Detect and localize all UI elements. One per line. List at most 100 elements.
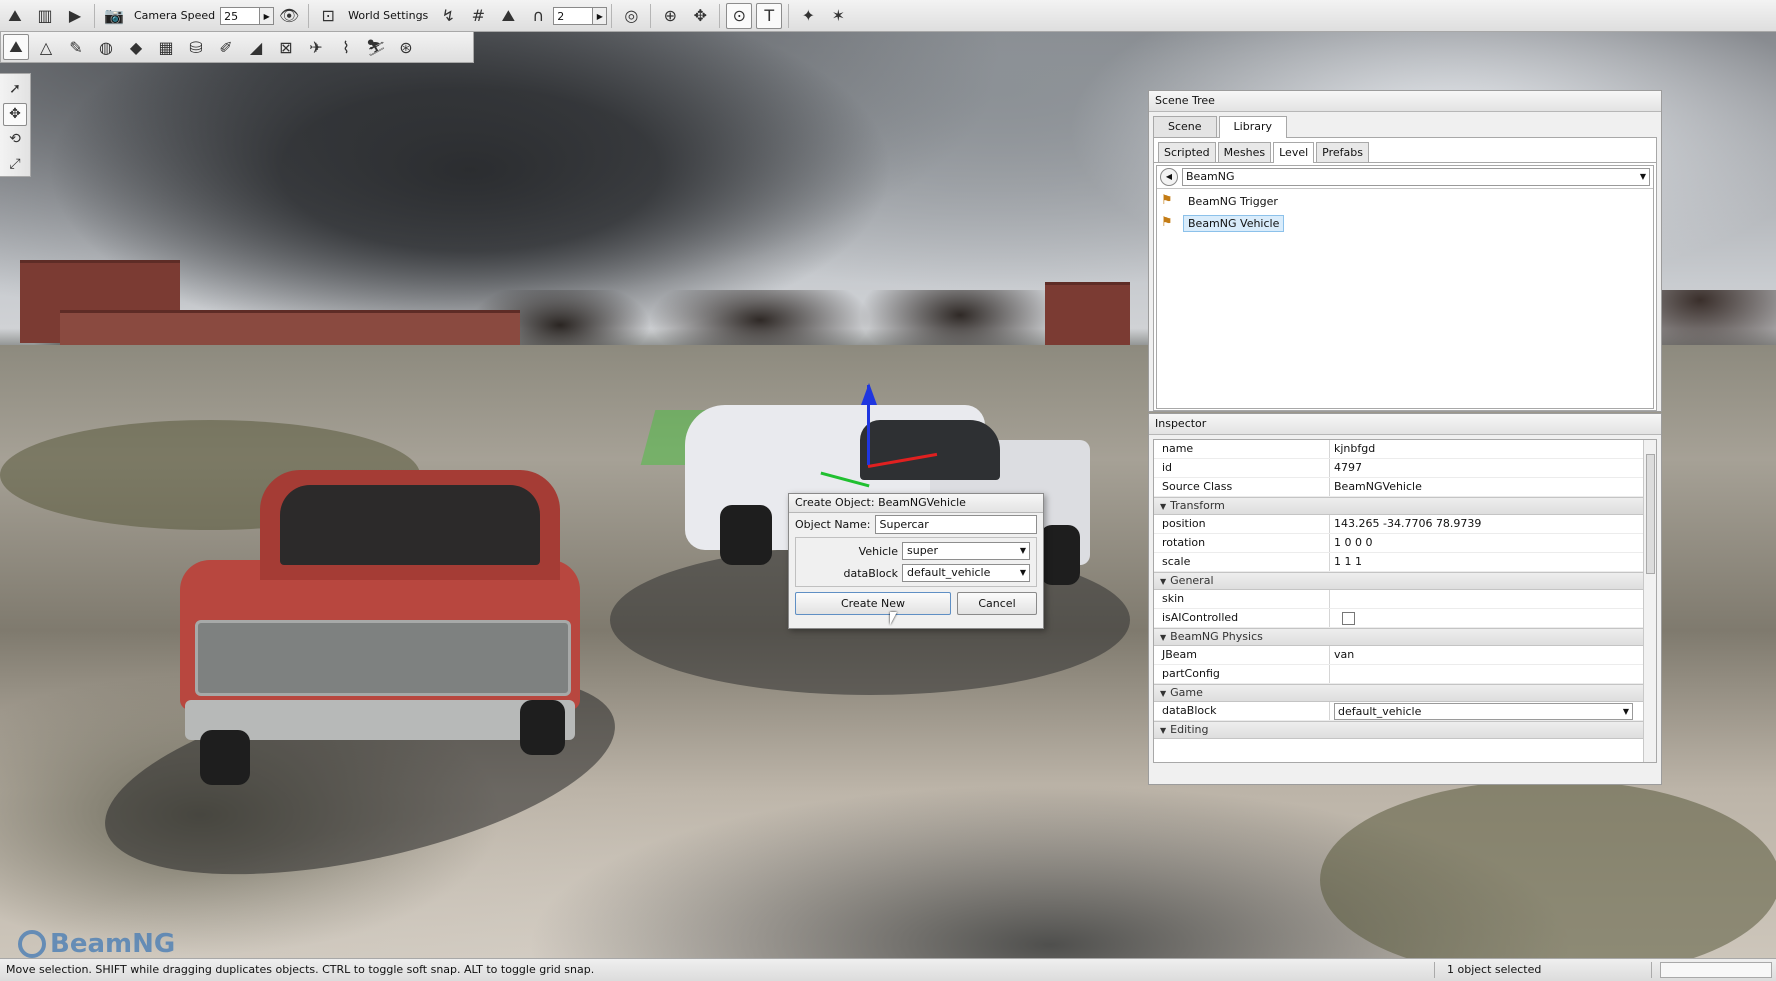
world-editor-icon[interactable]: ⛰ xyxy=(2,3,28,29)
separator xyxy=(1434,962,1435,978)
list-item[interactable]: ⚑ BeamNG Vehicle xyxy=(1157,213,1653,233)
scene-tree-panel: Scene Tree Scene Library Scripted Meshes… xyxy=(1148,90,1662,412)
list-item-label: BeamNG Vehicle xyxy=(1183,214,1285,232)
subtab-meshes[interactable]: Meshes xyxy=(1217,142,1272,162)
list-item-label: BeamNG Trigger xyxy=(1188,194,1278,208)
property-key: scale xyxy=(1154,553,1330,571)
datablock-editor-icon[interactable]: ▦ xyxy=(153,34,179,60)
back-icon[interactable]: ◀ xyxy=(1160,168,1178,186)
property-value-part-config[interactable] xyxy=(1330,665,1643,683)
list-item[interactable]: ⚑ BeamNG Trigger xyxy=(1157,191,1653,211)
property-row: skin xyxy=(1154,590,1643,609)
group-general[interactable]: ▼ General xyxy=(1154,572,1643,590)
group-label: BeamNG Physics xyxy=(1170,630,1263,643)
subtab-level[interactable]: Level xyxy=(1273,142,1315,163)
particle-editor-icon[interactable]: ⊛ xyxy=(393,34,419,60)
snap-object-icon[interactable]: ⊡ xyxy=(315,3,341,29)
property-row: JBeam van xyxy=(1154,646,1643,665)
dialog-title: Create Object: BeamNGVehicle xyxy=(789,494,1043,513)
focus-selection-icon[interactable]: ⊙ xyxy=(726,2,753,29)
property-value-rotation[interactable]: 1 0 0 0 xyxy=(1330,534,1643,552)
property-value-name[interactable]: kjnbfgd xyxy=(1330,440,1643,458)
physics-icon[interactable]: ✶ xyxy=(825,3,851,29)
property-value-position[interactable]: 143.265 -34.7706 78.9739 xyxy=(1330,515,1643,533)
object-name-input[interactable]: Supercar xyxy=(875,514,1037,534)
snap-bounds-icon[interactable]: ↯ xyxy=(435,3,461,29)
property-key: partConfig xyxy=(1154,665,1330,683)
select-mode-icon[interactable]: ◎ xyxy=(618,3,644,29)
mesh-road-icon[interactable]: ◢ xyxy=(243,34,269,60)
terrain-painter-icon[interactable]: ✎ xyxy=(63,34,89,60)
property-key: dataBlock xyxy=(1154,702,1330,720)
pivot-icon[interactable]: ✥ xyxy=(687,3,713,29)
subtab-scripted[interactable]: Scripted xyxy=(1158,142,1216,162)
decal-editor-icon[interactable]: ⛁ xyxy=(183,34,209,60)
logo-text: BeamNG xyxy=(50,929,176,959)
property-value-jbeam[interactable]: van xyxy=(1330,646,1643,664)
select-arrow-icon[interactable]: ➚ xyxy=(3,78,27,101)
tab-library[interactable]: Library xyxy=(1218,116,1288,138)
play-icon[interactable]: ▶ xyxy=(62,3,88,29)
terrain-snap-icon[interactable]: ⛰ xyxy=(495,3,521,29)
camera-speed-input[interactable]: 25 xyxy=(220,6,261,25)
road-editor-icon[interactable]: ⌇ xyxy=(333,34,359,60)
move-gizmo-icon[interactable]: ✥ xyxy=(3,102,27,126)
vehicle-select[interactable]: super ▼ xyxy=(902,542,1030,560)
tab-scene[interactable]: Scene xyxy=(1153,116,1217,137)
camera-icon[interactable]: 📷 xyxy=(101,3,127,29)
gizmo-z-arrow-icon[interactable] xyxy=(861,383,877,405)
property-key: JBeam xyxy=(1154,646,1330,664)
property-key: skin xyxy=(1154,590,1330,608)
group-label: Editing xyxy=(1170,723,1209,736)
subtab-prefabs[interactable]: Prefabs xyxy=(1316,142,1369,162)
is-ai-controlled-checkbox[interactable] xyxy=(1342,611,1355,625)
property-value-skin[interactable] xyxy=(1330,590,1643,608)
group-label: Game xyxy=(1170,686,1203,699)
sketch-icon[interactable]: ◆ xyxy=(123,34,149,60)
group-beamng-physics[interactable]: ▼ BeamNG Physics xyxy=(1154,628,1643,646)
group-editing[interactable]: ▼ Editing xyxy=(1154,721,1643,739)
create-new-button[interactable]: Create New xyxy=(795,592,951,615)
vehicle-label: Vehicle xyxy=(858,544,898,558)
cancel-button[interactable]: Cancel xyxy=(957,592,1037,615)
property-value-scale[interactable]: 1 1 1 xyxy=(1330,553,1643,571)
property-key: position xyxy=(1154,515,1330,533)
object-editor-icon[interactable]: ⛰ xyxy=(3,34,29,60)
dialog-datablock-select[interactable]: default_vehicle ▼ xyxy=(902,564,1030,582)
panels-icon[interactable]: ▥ xyxy=(32,3,58,29)
separator xyxy=(611,3,613,28)
trigger-icon: ⚑ xyxy=(1161,193,1173,208)
library-path-value: BeamNG xyxy=(1186,170,1235,183)
inspector-scrollbar[interactable] xyxy=(1643,440,1656,762)
dialog-datablock-value: default_vehicle xyxy=(907,566,991,579)
world-settings-label[interactable]: World Settings xyxy=(348,9,428,22)
scrollbar-thumb[interactable] xyxy=(1646,454,1655,574)
library-path-select[interactable]: BeamNG ▼ xyxy=(1182,168,1650,186)
mouse-cursor-icon xyxy=(890,612,897,625)
collapse-triangle-icon: ▼ xyxy=(1160,633,1167,642)
grid-icon[interactable]: # xyxy=(465,3,491,29)
property-value-id: 4797 xyxy=(1334,461,1362,474)
convex-editor-icon[interactable]: ⊠ xyxy=(273,34,299,60)
group-game[interactable]: ▼ Game xyxy=(1154,684,1643,702)
datablock-select[interactable]: default_vehicle ▼ xyxy=(1334,703,1633,720)
terrain-editor-icon[interactable]: △ xyxy=(33,34,59,60)
snap-value-input[interactable]: 2 xyxy=(553,6,594,25)
magnet-icon[interactable]: ∩ xyxy=(525,3,551,29)
material-editor-icon[interactable]: ◍ xyxy=(93,34,119,60)
drop-object-icon[interactable]: ✦ xyxy=(795,3,821,29)
group-transform[interactable]: ▼ Transform xyxy=(1154,497,1643,515)
center-icon[interactable]: ⊕ xyxy=(657,3,683,29)
van-window xyxy=(860,420,1000,480)
rotate-gizmo-icon[interactable]: ⟲ xyxy=(3,128,27,151)
text-label-icon[interactable]: T xyxy=(756,2,783,29)
visibility-eye-icon[interactable]: 👁 xyxy=(276,3,302,29)
forest-editor-icon[interactable]: ✐ xyxy=(213,34,239,60)
camera-speed-stepper[interactable]: ▶ xyxy=(260,6,275,25)
decal-road-icon[interactable]: ⛷ xyxy=(363,34,389,60)
scale-gizmo-icon[interactable]: ⤢ xyxy=(3,152,27,175)
vehicle-row: Vehicle super ▼ xyxy=(796,540,1036,562)
river-editor-icon[interactable]: ✈ xyxy=(303,34,329,60)
snap-value-stepper[interactable]: ▶ xyxy=(593,6,608,25)
transform-toolbar: ➚ ✥ ⟲ ⤢ xyxy=(0,73,31,177)
